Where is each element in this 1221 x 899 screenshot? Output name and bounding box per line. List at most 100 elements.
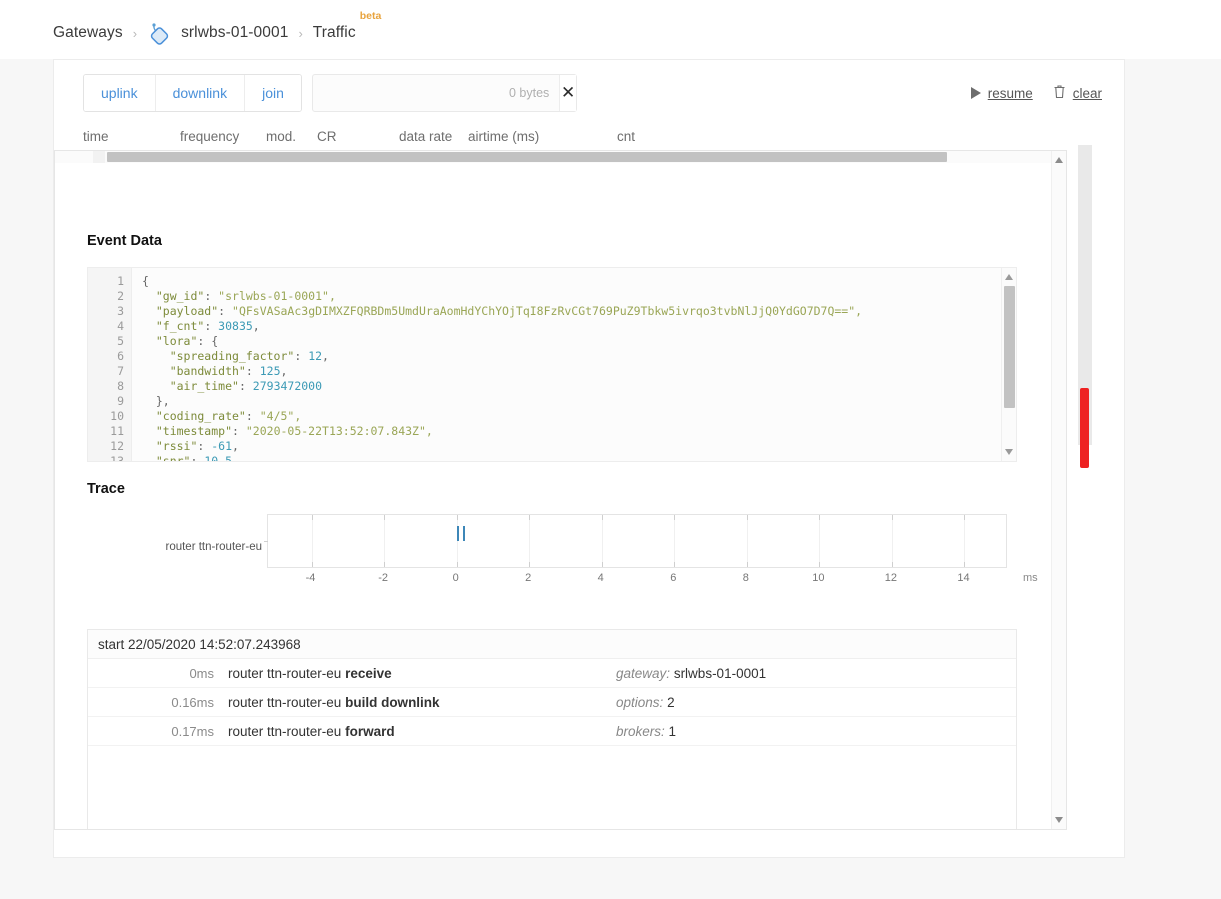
filter-join-button[interactable]: join [245,75,301,111]
trace-chart-unit-label: ms [1023,572,1038,584]
code-line: "coding_rate": "4/5", [142,409,302,423]
page-scrollbar[interactable] [1078,145,1092,468]
play-icon [970,87,981,99]
trace-chart-tick [891,515,893,520]
trace-title: Trace [87,481,125,497]
trace-chart-ytick [264,541,268,542]
trace-row-time: 0.16ms [171,694,214,710]
search-input[interactable] [313,75,509,111]
trace-rows-container: 0ms router ttn-router-eu receive gateway: … [88,659,1016,746]
trace-chart-xtick-label: 4 [597,572,604,584]
trace-chart-tick [674,515,676,520]
code-line-number: 6 [117,349,124,363]
trace-chart-tick [601,562,603,567]
top-strip [0,0,1221,7]
code-line: "snr": 10.5 [142,454,233,461]
trace-row[interactable]: 0.16ms router ttn-router-eu build downlin… [88,688,1016,717]
trace-chart-tick [384,515,386,520]
code-line: "spreading_factor": 12, [142,349,329,363]
code-line-number: 8 [117,379,124,393]
trace-chart-xtick-label: 14 [957,572,970,584]
trace-event-table: start 22/05/2020 14:52:07.243968 0ms rout… [87,629,1017,829]
breadcrumb: Gateways › srlwbs-01-0001 › Traffic beta [0,7,1221,59]
trace-chart-plot [264,514,1007,568]
code-scroll-up-icon[interactable] [1005,274,1013,280]
trace-chart-tick [529,515,531,520]
detail-top-hscrollbar[interactable] [55,151,1066,163]
detail-scroll-up-icon[interactable] [1055,157,1063,163]
breadcrumb-gateways[interactable]: Gateways [53,24,123,42]
trace-row[interactable]: 0.17ms router ttn-router-eu forward broker… [88,717,1016,746]
breadcrumb-traffic[interactable]: Traffic [313,24,356,42]
detail-scroll-down-icon[interactable] [1055,817,1063,823]
page-scrollbar-thumb[interactable] [1080,388,1089,468]
trash-icon [1053,84,1066,102]
search-clear-button[interactable]: ✕ [559,75,576,111]
trace-row-time: 0ms [189,665,214,681]
trace-event-marker[interactable] [462,526,465,541]
trace-chart-tick [746,562,748,567]
resume-label: resume [987,85,1033,101]
trace-chart-tick [311,515,313,520]
trace-chart-xtick-label: 8 [742,572,749,584]
trace-row-meta-value: 1 [668,723,677,739]
filter-downlink-button[interactable]: downlink [155,75,246,111]
event-data-code-block[interactable]: 1 2 3 4 5 6 7 8 9 10 11 12 13 { "gw_id": "srlwbs-01-… [87,267,1017,462]
toolbar-actions: resume clear [970,84,1102,102]
trace-chart-tick [819,562,821,567]
detail-top-hscrollbar-cap [93,151,105,163]
trace-chart-tick [456,515,458,520]
trace-chart-gridline [456,515,458,567]
code-content: { "gw_id": "srlwbs-01-0001", "payload": … [132,268,1016,461]
code-vertical-scrollbar[interactable] [1001,268,1016,461]
code-line: "f_cnt": 30835, [142,319,260,333]
trace-chart-gridline [891,515,893,567]
trace-chart-gridline [746,515,748,567]
code-line-number: 1 [117,274,124,288]
code-line: "bandwidth": 125, [142,364,288,378]
trace-chart-xtick-label: -4 [305,572,316,584]
trace-row-source: router ttn-router-eu [228,694,342,710]
clear-button[interactable]: clear [1053,84,1102,102]
code-scrollbar-thumb[interactable] [1004,286,1015,408]
detail-vertical-scrollbar[interactable] [1051,151,1066,829]
trace-event-marker[interactable] [456,526,459,541]
trace-chart-xtick-label: 2 [525,572,532,584]
code-line-number: 4 [117,319,124,333]
event-detail-panel: Event Data 1 2 3 4 5 6 7 8 9 10 11 12 13 { "gw_id": … [54,150,1067,830]
trace-row-meta-value: srlwbs-01-0001 [673,665,767,681]
code-line: "air_time": 2793472000 [142,379,323,393]
trace-chart-gridline [529,515,531,567]
column-header-cr: CR [317,129,337,144]
trace-chart-xtick-label: -2 [378,572,388,584]
trace-row-source: router ttn-router-eu [228,665,342,681]
trace-chart-tick [891,562,893,567]
column-header-mod: mod. [266,129,297,144]
breadcrumb-gateway-id[interactable]: srlwbs-01-0001 [181,24,288,42]
trace-row[interactable]: 0ms router ttn-router-eu receive gateway: … [88,659,1016,688]
trace-chart-tick [384,562,386,567]
code-line-number: 7 [117,364,124,378]
filter-button-group: uplink downlink join [83,74,302,112]
trace-chart-gridline [311,515,313,567]
code-line-numbers: 1 2 3 4 5 6 7 8 9 10 11 12 13 [88,268,132,461]
code-scroll-down-icon[interactable] [1005,449,1013,455]
code-line: "lora": { [142,334,219,348]
trace-row-description: router ttn-router-eu forward [228,724,616,739]
column-header-cnt: cnt [617,129,636,144]
trace-row-meta-value: 2 [667,694,675,710]
code-line-number: 9 [117,394,124,408]
trace-row-meta-key: brokers: [616,723,665,739]
code-line-number: 11 [110,424,124,438]
event-data-title: Event Data [87,233,162,249]
trace-row-time: 0.17ms [171,723,214,739]
search-bytes-label: 0 bytes [509,86,550,100]
trace-chart-tick [746,515,748,520]
trace-row-meta-key: options: [616,694,664,710]
detail-top-hscrollbar-thumb[interactable] [107,152,947,162]
trace-chart-xtick-label: 10 [812,572,825,584]
resume-button[interactable]: resume [970,85,1033,101]
breadcrumb-separator-1: › [132,25,138,41]
trace-chart-gridline [819,515,821,567]
filter-uplink-button[interactable]: uplink [84,75,156,111]
